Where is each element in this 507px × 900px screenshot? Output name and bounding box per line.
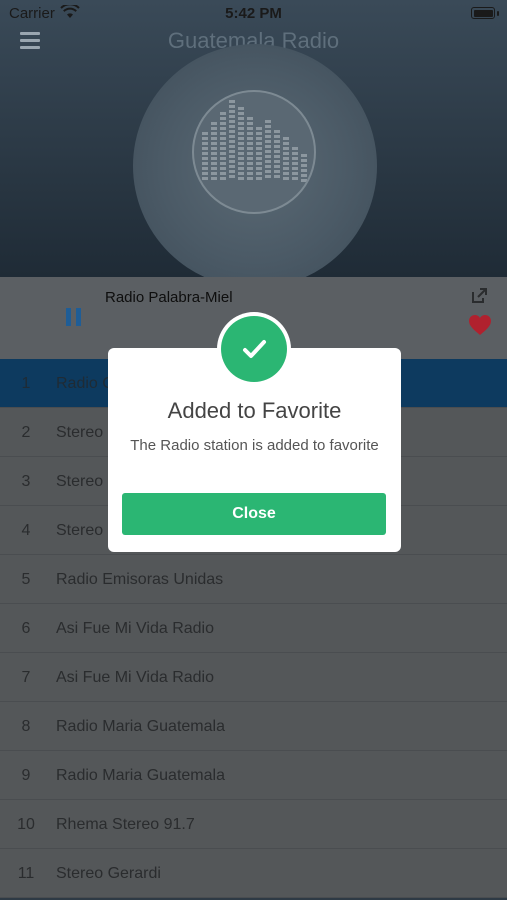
share-icon[interactable] bbox=[471, 288, 488, 304]
station-name: Asi Fue Mi Vida Radio bbox=[56, 620, 214, 637]
station-row[interactable]: 8 Radio Maria Guatemala bbox=[0, 702, 507, 751]
station-name: Asi Fue Mi Vida Radio bbox=[56, 669, 214, 686]
battery-icon bbox=[471, 7, 499, 19]
station-number: 11 bbox=[17, 865, 35, 882]
station-number: 2 bbox=[21, 424, 31, 441]
close-button[interactable]: Close bbox=[122, 493, 386, 535]
dialog-title: Added to Favorite bbox=[167, 398, 342, 423]
clock: 5:42 PM bbox=[225, 5, 282, 22]
dialog-message: The Radio station is added to favorite bbox=[130, 437, 379, 454]
status-bar: Carrier 5:42 PM bbox=[0, 0, 507, 28]
station-name: Stereo Gerardi bbox=[56, 865, 161, 882]
station-row[interactable]: 5 Radio Emisoras Unidas bbox=[0, 555, 507, 604]
checkmark-icon bbox=[243, 340, 266, 358]
station-number: 9 bbox=[21, 767, 31, 784]
station-row[interactable]: 6 Asi Fue Mi Vida Radio bbox=[0, 604, 507, 653]
station-row[interactable]: 10 Rhema Stereo 91.7 bbox=[0, 800, 507, 849]
station-name: Radio C bbox=[56, 375, 114, 392]
station-row[interactable]: 7 Asi Fue Mi Vida Radio bbox=[0, 653, 507, 702]
station-number: 10 bbox=[17, 816, 35, 833]
station-row[interactable]: 9 Radio Maria Guatemala bbox=[0, 751, 507, 800]
station-number: 5 bbox=[21, 571, 31, 588]
station-name: Stereo bbox=[56, 424, 104, 441]
station-name: Stereo bbox=[56, 522, 104, 539]
station-name: Radio Maria Guatemala bbox=[56, 718, 225, 735]
station-name: Rhema Stereo 91.7 bbox=[56, 816, 195, 833]
heart-icon[interactable] bbox=[468, 314, 492, 336]
station-number: 6 bbox=[21, 620, 31, 637]
station-row[interactable]: 11 Stereo Gerardi bbox=[0, 849, 507, 898]
station-name: Radio Maria Guatemala bbox=[56, 767, 225, 784]
station-number: 7 bbox=[21, 669, 31, 686]
station-number: 3 bbox=[21, 473, 31, 490]
pause-icon[interactable] bbox=[66, 308, 82, 326]
station-name: Radio Emisoras Unidas bbox=[56, 571, 224, 588]
station-name: Stereo bbox=[56, 473, 104, 490]
station-number: 8 bbox=[21, 718, 31, 735]
success-badge bbox=[217, 312, 291, 386]
station-number: 1 bbox=[21, 375, 31, 392]
now-playing-station: Radio Palabra-Miel bbox=[105, 289, 233, 306]
station-number: 4 bbox=[21, 522, 31, 539]
header: Carrier 5:42 PM Guatemala Radio bbox=[0, 0, 507, 277]
equalizer-icon bbox=[192, 90, 316, 214]
